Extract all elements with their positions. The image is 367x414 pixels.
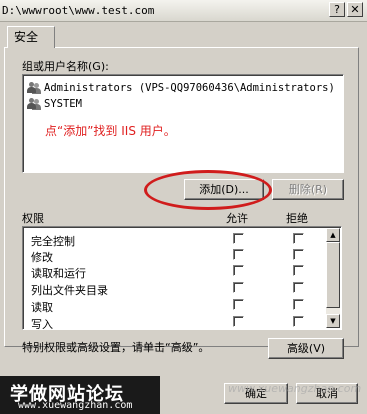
deny-checkbox[interactable] xyxy=(293,316,304,327)
annotation-text: 点“添加”找到 IIS 用户。 xyxy=(45,124,176,138)
permission-row: 读取 xyxy=(31,297,331,314)
tab-security[interactable]: 安全 xyxy=(7,26,55,48)
permission-row: 读取和运行 xyxy=(31,263,331,280)
permission-row: 完全控制 xyxy=(31,231,331,248)
permissions-label: 权限 xyxy=(22,212,44,225)
deny-checkbox[interactable] xyxy=(293,233,304,244)
user-name: Administrators (VPS-QQ97060436\Administr… xyxy=(44,81,335,94)
permissions-list: 完全控制 修改 读取和运行 列出文件夹目录 读取 写入 ▲ ▼ xyxy=(22,226,342,331)
allow-checkbox[interactable] xyxy=(233,265,244,276)
add-button[interactable]: 添加(D)... xyxy=(184,179,264,200)
permission-name: 列出文件夹目录 xyxy=(31,284,108,297)
group-icon xyxy=(27,81,41,94)
close-button[interactable]: ✕ xyxy=(347,2,363,17)
allow-checkbox[interactable] xyxy=(233,249,244,260)
users-label: 组或用户名称(G): xyxy=(22,60,109,73)
list-item-system[interactable]: SYSTEM xyxy=(27,96,82,111)
special-permissions-text: 特别权限或高级设置，请单击“高级”。 xyxy=(22,341,210,354)
permission-name: 读取和运行 xyxy=(31,267,86,280)
allow-checkbox[interactable] xyxy=(233,316,244,327)
permission-row: 修改 xyxy=(31,247,331,264)
allow-checkbox[interactable] xyxy=(233,233,244,244)
deny-checkbox[interactable] xyxy=(293,299,304,310)
allow-checkbox[interactable] xyxy=(233,282,244,293)
help-button[interactable]: ? xyxy=(329,2,345,17)
deny-checkbox[interactable] xyxy=(293,249,304,260)
permission-name: 读取 xyxy=(31,301,53,314)
user-name: SYSTEM xyxy=(44,97,82,110)
window-title: D:\wwwroot\www.test.com xyxy=(2,4,155,17)
permissions-scrollbar[interactable]: ▲ ▼ xyxy=(326,228,340,328)
title-bar: D:\wwwroot\www.test.com ? ✕ xyxy=(0,0,367,22)
deny-checkbox[interactable] xyxy=(293,282,304,293)
scroll-thumb[interactable] xyxy=(326,242,340,308)
deny-column-label: 拒绝 xyxy=(286,212,308,225)
scroll-down-icon[interactable]: ▼ xyxy=(326,314,340,328)
allow-checkbox[interactable] xyxy=(233,299,244,310)
watermark-url: www.xuewangzhan.com xyxy=(18,400,133,411)
scroll-up-icon[interactable]: ▲ xyxy=(326,228,340,242)
allow-column-label: 允许 xyxy=(226,212,248,225)
list-item-administrators[interactable]: Administrators (VPS-QQ97060436\Administr… xyxy=(27,80,335,95)
watermark-overlay: www.xuewangzhan.com xyxy=(228,382,362,395)
permission-row: 写入 xyxy=(31,314,331,331)
permission-row: 列出文件夹目录 xyxy=(31,280,331,297)
permission-name: 写入 xyxy=(31,318,53,331)
remove-button[interactable]: 删除(R) xyxy=(272,179,344,200)
advanced-button[interactable]: 高级(V) xyxy=(268,338,344,359)
group-icon xyxy=(27,97,41,110)
deny-checkbox[interactable] xyxy=(293,265,304,276)
